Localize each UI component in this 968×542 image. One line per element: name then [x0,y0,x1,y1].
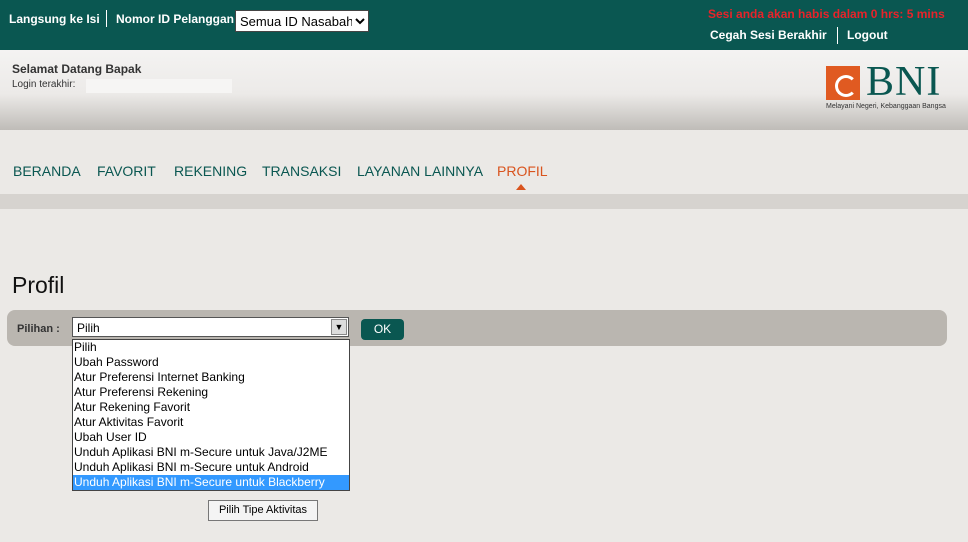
nav-divider-strip [0,194,968,209]
customer-id-select[interactable]: Semua ID Nasabah [235,10,369,32]
welcome-message: Selamat Datang Bapak [12,62,142,76]
bni-logo: BNI Melayani Negeri, Kebanggaan Bangsa [826,59,956,114]
option-msecure-android[interactable]: Unduh Aplikasi BNI m-Secure untuk Androi… [73,460,349,475]
profile-option-select[interactable]: Pilih ▼ [72,317,349,337]
page-title: Profil [12,272,65,298]
nav-favorit[interactable]: FAVORIT [97,163,156,179]
active-indicator-icon [516,184,526,190]
divider [106,10,107,27]
top-bar: Langsung ke Isi Nomor ID Pelanggan: Semu… [0,0,968,50]
option-ubah-user-id[interactable]: Ubah User ID [73,430,349,445]
logout-link[interactable]: Logout [847,28,888,42]
option-msecure-blackberry[interactable]: Unduh Aplikasi BNI m-Secure untuk Blackb… [73,475,349,490]
profile-option-dropdown: Pilih Ubah Password Atur Preferensi Inte… [72,339,350,491]
bni-logo-icon [826,66,860,100]
option-preferensi-internet-banking[interactable]: Atur Preferensi Internet Banking [73,370,349,385]
option-msecure-java[interactable]: Unduh Aplikasi BNI m-Secure untuk Java/J… [73,445,349,460]
filter-label: Pilihan : [17,323,60,335]
header: Selamat Datang Bapak Login terakhir: BNI… [0,50,968,130]
last-login-label: Login terakhir: [12,79,76,90]
select-activity-type-button[interactable]: Pilih Tipe Aktivitas [208,500,318,521]
logo-tagline: Melayani Negeri, Kebanggaan Bangsa [826,103,946,110]
skip-to-content-link[interactable]: Langsung ke Isi [9,12,100,26]
option-pilih[interactable]: Pilih [73,340,349,355]
divider [837,27,838,44]
option-rekening-favorit[interactable]: Atur Rekening Favorit [73,400,349,415]
nav-transaksi[interactable]: TRANSAKSI [262,163,341,179]
option-aktivitas-favorit[interactable]: Atur Aktivitas Favorit [73,415,349,430]
selected-option: Pilih [77,321,100,335]
option-preferensi-rekening[interactable]: Atur Preferensi Rekening [73,385,349,400]
nav-layanan-lainnya[interactable]: LAYANAN LAINNYA [357,163,483,179]
nav-profil[interactable]: PROFIL [497,163,548,179]
prevent-session-end-link[interactable]: Cegah Sesi Berakhir [710,28,827,42]
last-login-value [86,79,232,93]
main-nav: BERANDA FAVORIT REKENING TRANSAKSI LAYAN… [0,143,968,194]
option-ubah-password[interactable]: Ubah Password [73,355,349,370]
nav-beranda[interactable]: BERANDA [13,163,81,179]
chevron-down-icon[interactable]: ▼ [331,319,347,335]
logo-text: BNI [866,59,942,105]
nav-rekening[interactable]: REKENING [174,163,247,179]
customer-id-label: Nomor ID Pelanggan: [116,12,239,26]
ok-button[interactable]: OK [361,319,404,340]
session-timer: Sesi anda akan habis dalam 0 hrs: 5 mins [708,7,945,21]
